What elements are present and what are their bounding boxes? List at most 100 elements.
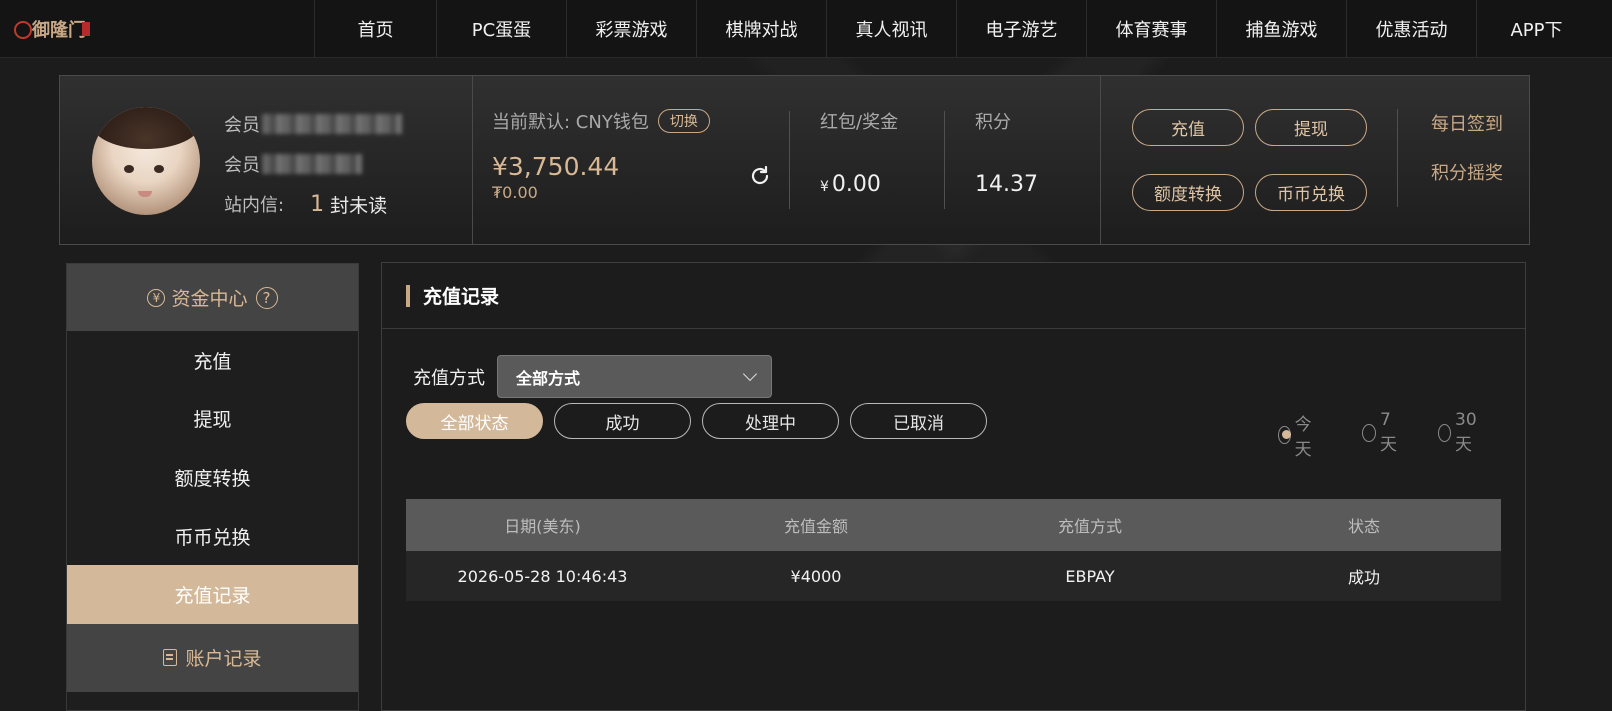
nav-item[interactable]: 优惠活动 bbox=[1346, 0, 1476, 58]
table-row[interactable]: 2026-05-28 10:46:43 ¥4000 EBPAY 成功 bbox=[406, 551, 1501, 601]
switch-wallet-button[interactable]: 切换 bbox=[657, 109, 710, 133]
page-title: 充值记录 bbox=[423, 286, 500, 308]
member-info: 会员 会员 站内信: 1 封未读 bbox=[224, 104, 454, 224]
logo-text: 御隆门 bbox=[31, 19, 86, 41]
member-account-row: 会员 bbox=[224, 104, 454, 144]
coin-icon: ¥ bbox=[147, 288, 166, 307]
panel-title-bar: 充值记录 bbox=[382, 263, 1525, 329]
exchange-button[interactable]: 币币兑换 bbox=[1255, 174, 1367, 211]
divider bbox=[789, 111, 790, 209]
fund-center-sidebar: ¥ 资金中心 ? 充值 提现 额度转换 币币兑换 充值记录 账户记录 bbox=[66, 263, 359, 711]
radio-icon bbox=[1278, 426, 1291, 444]
radio-icon bbox=[1438, 423, 1452, 442]
unread-count[interactable]: 1 bbox=[310, 192, 324, 217]
divider bbox=[1100, 76, 1101, 244]
top-nav: 御隆门 首页 PC蛋蛋 彩票游戏 棋牌对战 真人视讯 电子游艺 体育赛事 捕鱼游戏 优惠活动 AP… bbox=[0, 0, 1612, 58]
nav-item[interactable]: 真人视讯 bbox=[826, 0, 956, 58]
bonus-label: 红包/奖金 bbox=[820, 112, 899, 133]
bonus-value-row: ¥0.00 bbox=[820, 172, 898, 197]
nav-item[interactable]: 首页 bbox=[314, 0, 436, 58]
table-cell: 成功 bbox=[1347, 568, 1380, 587]
bonus-panel: 红包/奖金 ¥0.00 bbox=[820, 108, 898, 197]
sidebar-item[interactable]: 充值记录 bbox=[67, 565, 358, 624]
table-cell: 2026-05-28 10:46:43 bbox=[457, 566, 628, 586]
sidebar-item-account-records[interactable]: 账户记录 bbox=[67, 623, 358, 692]
nav-item[interactable]: 彩票游戏 bbox=[566, 0, 696, 58]
wallet-panel: 当前默认: CNY钱包 切换 ¥3,750.44 ₮0.00 bbox=[492, 108, 782, 202]
table-cell: ¥4000 bbox=[790, 566, 842, 586]
withdraw-button[interactable]: 提现 bbox=[1255, 109, 1367, 146]
wallet-sub-balance: ₮0.00 bbox=[492, 183, 538, 202]
unread-text[interactable]: 封未读 bbox=[330, 191, 387, 218]
brand-logo[interactable]: 御隆门 bbox=[14, 8, 92, 48]
date-range-radio[interactable]: 7天 bbox=[1362, 410, 1401, 455]
redacted-name bbox=[262, 154, 362, 174]
table-header: 日期(美东) 充值金额 充值方式 状态 bbox=[406, 499, 1501, 551]
column-header: 充值金额 bbox=[783, 517, 848, 536]
sidebar-item[interactable]: 提现 bbox=[67, 390, 358, 449]
inbox-row[interactable]: 站内信: 1 封未读 bbox=[224, 184, 454, 224]
nav-item[interactable]: APP下 bbox=[1476, 0, 1596, 58]
sidebar-item[interactable]: 币币兑换 bbox=[67, 507, 358, 566]
column-header: 充值方式 bbox=[1057, 517, 1122, 536]
method-filter-label: 充值方式 bbox=[413, 367, 485, 389]
document-icon bbox=[163, 649, 178, 667]
sidebar-item[interactable]: 充值 bbox=[67, 331, 358, 390]
radio-icon bbox=[1362, 423, 1377, 442]
method-select[interactable]: 全部方式 bbox=[497, 355, 772, 398]
divider bbox=[472, 76, 473, 244]
rewards-links: 每日签到 积分摇奖 bbox=[1412, 110, 1522, 208]
date-range-label: 30天 bbox=[1455, 410, 1477, 455]
member-name-label: 会员 bbox=[224, 155, 260, 176]
nav-item[interactable]: 体育赛事 bbox=[1086, 0, 1216, 58]
column-header: 日期(美东) bbox=[504, 517, 581, 536]
help-icon[interactable]: ? bbox=[255, 286, 278, 309]
avatar[interactable] bbox=[92, 107, 200, 215]
deposit-button[interactable]: 充值 bbox=[1132, 109, 1244, 146]
nav-item[interactable]: 捕鱼游戏 bbox=[1216, 0, 1346, 58]
wallet-label-row: 当前默认: CNY钱包 切换 bbox=[492, 108, 782, 134]
points-value: 14.37 bbox=[975, 172, 1038, 197]
status-filter-button[interactable]: 已取消 bbox=[850, 403, 987, 439]
redacted-account bbox=[262, 114, 402, 134]
table-cell: EBPAY bbox=[1065, 566, 1115, 586]
nav-item[interactable]: PC蛋蛋 bbox=[436, 0, 566, 58]
sidebar-item[interactable]: 额度转换 bbox=[67, 448, 358, 507]
sidebar-footer-label: 账户记录 bbox=[185, 648, 262, 671]
sidebar-items: 充值 提现 额度转换 币币兑换 充值记录 bbox=[67, 331, 358, 624]
table-body: 2026-05-28 10:46:43 ¥4000 EBPAY 成功 bbox=[406, 551, 1501, 601]
inbox-label: 站内信: bbox=[224, 195, 285, 216]
sidebar-header-label: 资金中心 bbox=[171, 288, 248, 310]
method-filter: 充值方式 全部方式 bbox=[413, 355, 772, 398]
nav-item[interactable]: 棋牌对战 bbox=[696, 0, 826, 58]
records-table: 日期(美东) 充值金额 充值方式 状态 2026-05-28 10:46:43 ¥400… bbox=[406, 499, 1501, 601]
member-header: 会员 会员 站内信: 1 封未读 当前默认: CNY钱包 切换 ¥3,750.4… bbox=[59, 75, 1530, 245]
wallet-balance: ¥3,750.44 bbox=[492, 152, 620, 181]
date-range-label: 7天 bbox=[1380, 410, 1398, 455]
status-filter-button[interactable]: 全部状态 bbox=[406, 403, 543, 439]
bonus-currency: ¥ bbox=[820, 179, 829, 195]
points-lottery-link[interactable]: 积分摇奖 bbox=[1412, 159, 1522, 184]
divider bbox=[1397, 109, 1398, 207]
wallet-label: 当前默认: CNY钱包 bbox=[492, 112, 649, 133]
transfer-button[interactable]: 额度转换 bbox=[1132, 174, 1244, 211]
bonus-value: 0.00 bbox=[831, 172, 881, 197]
title-marker bbox=[406, 284, 410, 307]
column-header: 状态 bbox=[1347, 517, 1380, 536]
refresh-icon[interactable] bbox=[748, 164, 772, 188]
method-select-value: 全部方式 bbox=[516, 368, 581, 388]
deposit-records-panel: 充值记录 充值方式 全部方式 全部状态 成功 处理中 已取消 今天 7天 30天 日期(美… bbox=[381, 262, 1526, 711]
status-filter-button[interactable]: 成功 bbox=[554, 403, 691, 439]
member-name-row: 会员 bbox=[224, 144, 454, 184]
nav-item[interactable]: 电子游艺 bbox=[956, 0, 1086, 58]
date-range-label: 今天 bbox=[1294, 415, 1312, 460]
main-menu: 首页 PC蛋蛋 彩票游戏 棋牌对战 真人视讯 电子游艺 体育赛事 捕鱼游戏 优惠活动 APP下 bbox=[314, 0, 1596, 58]
status-filter-button[interactable]: 处理中 bbox=[702, 403, 839, 439]
daily-checkin-link[interactable]: 每日签到 bbox=[1412, 110, 1522, 135]
divider bbox=[944, 111, 945, 209]
points-panel: 积分 14.37 bbox=[975, 108, 1038, 197]
date-range-radio[interactable]: 今天 bbox=[1278, 410, 1317, 460]
date-range-radio[interactable]: 30天 bbox=[1438, 410, 1482, 455]
chevron-down-icon bbox=[742, 366, 758, 382]
member-account-label: 会员 bbox=[224, 115, 260, 136]
